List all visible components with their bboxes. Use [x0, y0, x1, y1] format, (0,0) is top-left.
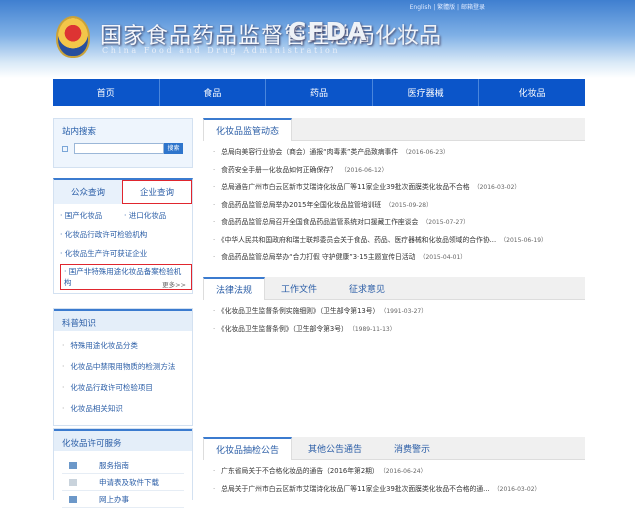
news-item[interactable]: 食品药品监管总局召开全国食品药品监管系统对口援藏工作座谈会（2015-07-27… [213, 214, 585, 232]
query-link[interactable]: · 国产化妆品 [60, 210, 102, 221]
tab-sampling-notices[interactable]: 化妆品抽检公告 [203, 437, 293, 460]
main-nav: 首页 食品 药品 医疗器械 化妆品 [53, 79, 585, 106]
search-option-icon[interactable] [62, 146, 68, 152]
tab-laws[interactable]: 法律法规 [203, 277, 266, 300]
knowledge-item[interactable]: 特殊用途化妆品分类 [62, 335, 192, 356]
law-item[interactable]: 《化妆品卫生监督条例》（卫生部令第3号）（1989-11-13） [213, 321, 585, 339]
service-item[interactable]: 服务指南 [62, 457, 184, 474]
service-box: 化妆品许可服务 服务指南 申请表及软件下载 网上办事 [53, 428, 193, 508]
header-banner: English | 繁體版 | 邮箱登录 国家食品药品监督管理总局 China … [0, 0, 635, 78]
tab-cosmetics-news[interactable]: 化妆品监管动态 [203, 118, 293, 141]
english-link[interactable]: English [410, 4, 432, 11]
law-item[interactable]: 《化妆品卫生监督条例实施细则》（卫生部令第13号）（1991-03-27） [213, 303, 585, 321]
knowledge-item[interactable]: 化妆品行政许可检验项目 [62, 377, 192, 398]
news-panel: 化妆品监管动态 总局向美容行业协会（商会）通报“肉毒素”类产品致病事件（2016… [203, 118, 585, 267]
online-icon [69, 495, 77, 503]
tab-other-notices[interactable]: 其他公告通告 [292, 437, 378, 459]
nav-food[interactable]: 食品 [160, 79, 267, 106]
tab-enterprise-query[interactable]: 企业查询 [122, 180, 192, 204]
notices-panel: 化妆品抽检公告 其他公告通告 消费警示 广东省局关于不合格化妆品的通告（2016… [203, 437, 585, 498]
guide-icon [69, 461, 77, 469]
emblem-icon [56, 16, 90, 58]
search-button[interactable]: 搜索 [164, 143, 183, 154]
news-item[interactable]: 《中华人民共和国政府和瑞士联邦委员会关于食品、药品、医疗器械和化妆品领域的合作协… [213, 232, 585, 250]
news-item[interactable]: 食品药品监管总局举办2015年全国化妆品监管培训班（2015-09-28） [213, 197, 585, 215]
site-title-en: China Food and Drug Administration [102, 46, 341, 55]
news-item[interactable]: 总局向美容行业协会（商会）通报“肉毒素”类产品致病事件（2016-06-23） [213, 144, 585, 162]
nav-cosmetics[interactable]: 化妆品 [479, 79, 585, 106]
section-title: 化妆品 [375, 24, 442, 49]
service-item[interactable]: 申请表及软件下载 [62, 474, 184, 491]
query-link[interactable]: · 化妆品行政许可检验机构 [60, 229, 147, 240]
knowledge-item[interactable]: 化妆品相关知识 [62, 398, 192, 419]
tab-public-query[interactable]: 公众查询 [54, 180, 122, 204]
service-title: 化妆品许可服务 [54, 429, 192, 451]
email-login-link[interactable]: 邮箱登录 [461, 4, 485, 11]
nav-devices[interactable]: 医疗器械 [373, 79, 480, 106]
tab-consumer-alerts[interactable]: 消费警示 [378, 437, 446, 459]
more-link[interactable]: 更多>> [162, 279, 186, 289]
news-item[interactable]: 总局通告广州市白云区新市艾瑞诗化妆品厂等11家企业39批次面膜类化妆品不合格（2… [213, 179, 585, 197]
search-title: 站内搜索 [62, 127, 97, 137]
tab-comments[interactable]: 征求意见 [333, 277, 401, 299]
download-icon [69, 478, 77, 486]
laws-panel: 法律法规 工作文件 征求意见 《化妆品卫生监督条例实施细则》（卫生部令第13号）… [203, 277, 585, 338]
tab-work-docs[interactable]: 工作文件 [265, 277, 333, 299]
notice-item[interactable]: 广东省局关于不合格化妆品的通告（2016年第2期）（2016-06-24） [213, 463, 585, 481]
cfda-logo: CFDA [288, 17, 368, 46]
site-search: 站内搜索 搜索 [53, 118, 193, 168]
notice-item[interactable]: 总局关于广州市白云区新市艾瑞诗化妆品厂等11家企业39批次面膜类化妆品不合格的通… [213, 481, 585, 499]
nav-drugs[interactable]: 药品 [266, 79, 373, 106]
knowledge-box: 科普知识 特殊用途化妆品分类 化妆品中禁限用物质的检测方法 化妆品行政许可检验项… [53, 308, 193, 426]
query-link[interactable]: · 进口化妆品 [124, 210, 166, 221]
nav-home[interactable]: 首页 [53, 79, 160, 106]
knowledge-title: 科普知识 [54, 309, 192, 331]
top-links: English | 繁體版 | 邮箱登录 [409, 4, 485, 11]
search-input[interactable] [74, 143, 164, 154]
query-box: 公众查询 企业查询 · 国产化妆品 · 进口化妆品 · 化妆品行政许可检验机构 … [53, 178, 193, 294]
news-item[interactable]: 食药安全手册—化妆品如何正确保存？（2016-06-12） [213, 162, 585, 180]
query-link[interactable]: · 化妆品生产许可获证企业 [60, 248, 147, 259]
traditional-link[interactable]: 繁體版 [437, 4, 455, 11]
knowledge-item[interactable]: 化妆品中禁限用物质的检测方法 [62, 356, 192, 377]
news-item[interactable]: 食品药品监管总局举办“合力打假 守护健康”3·15主题宣传日活动（2015-04… [213, 249, 585, 267]
